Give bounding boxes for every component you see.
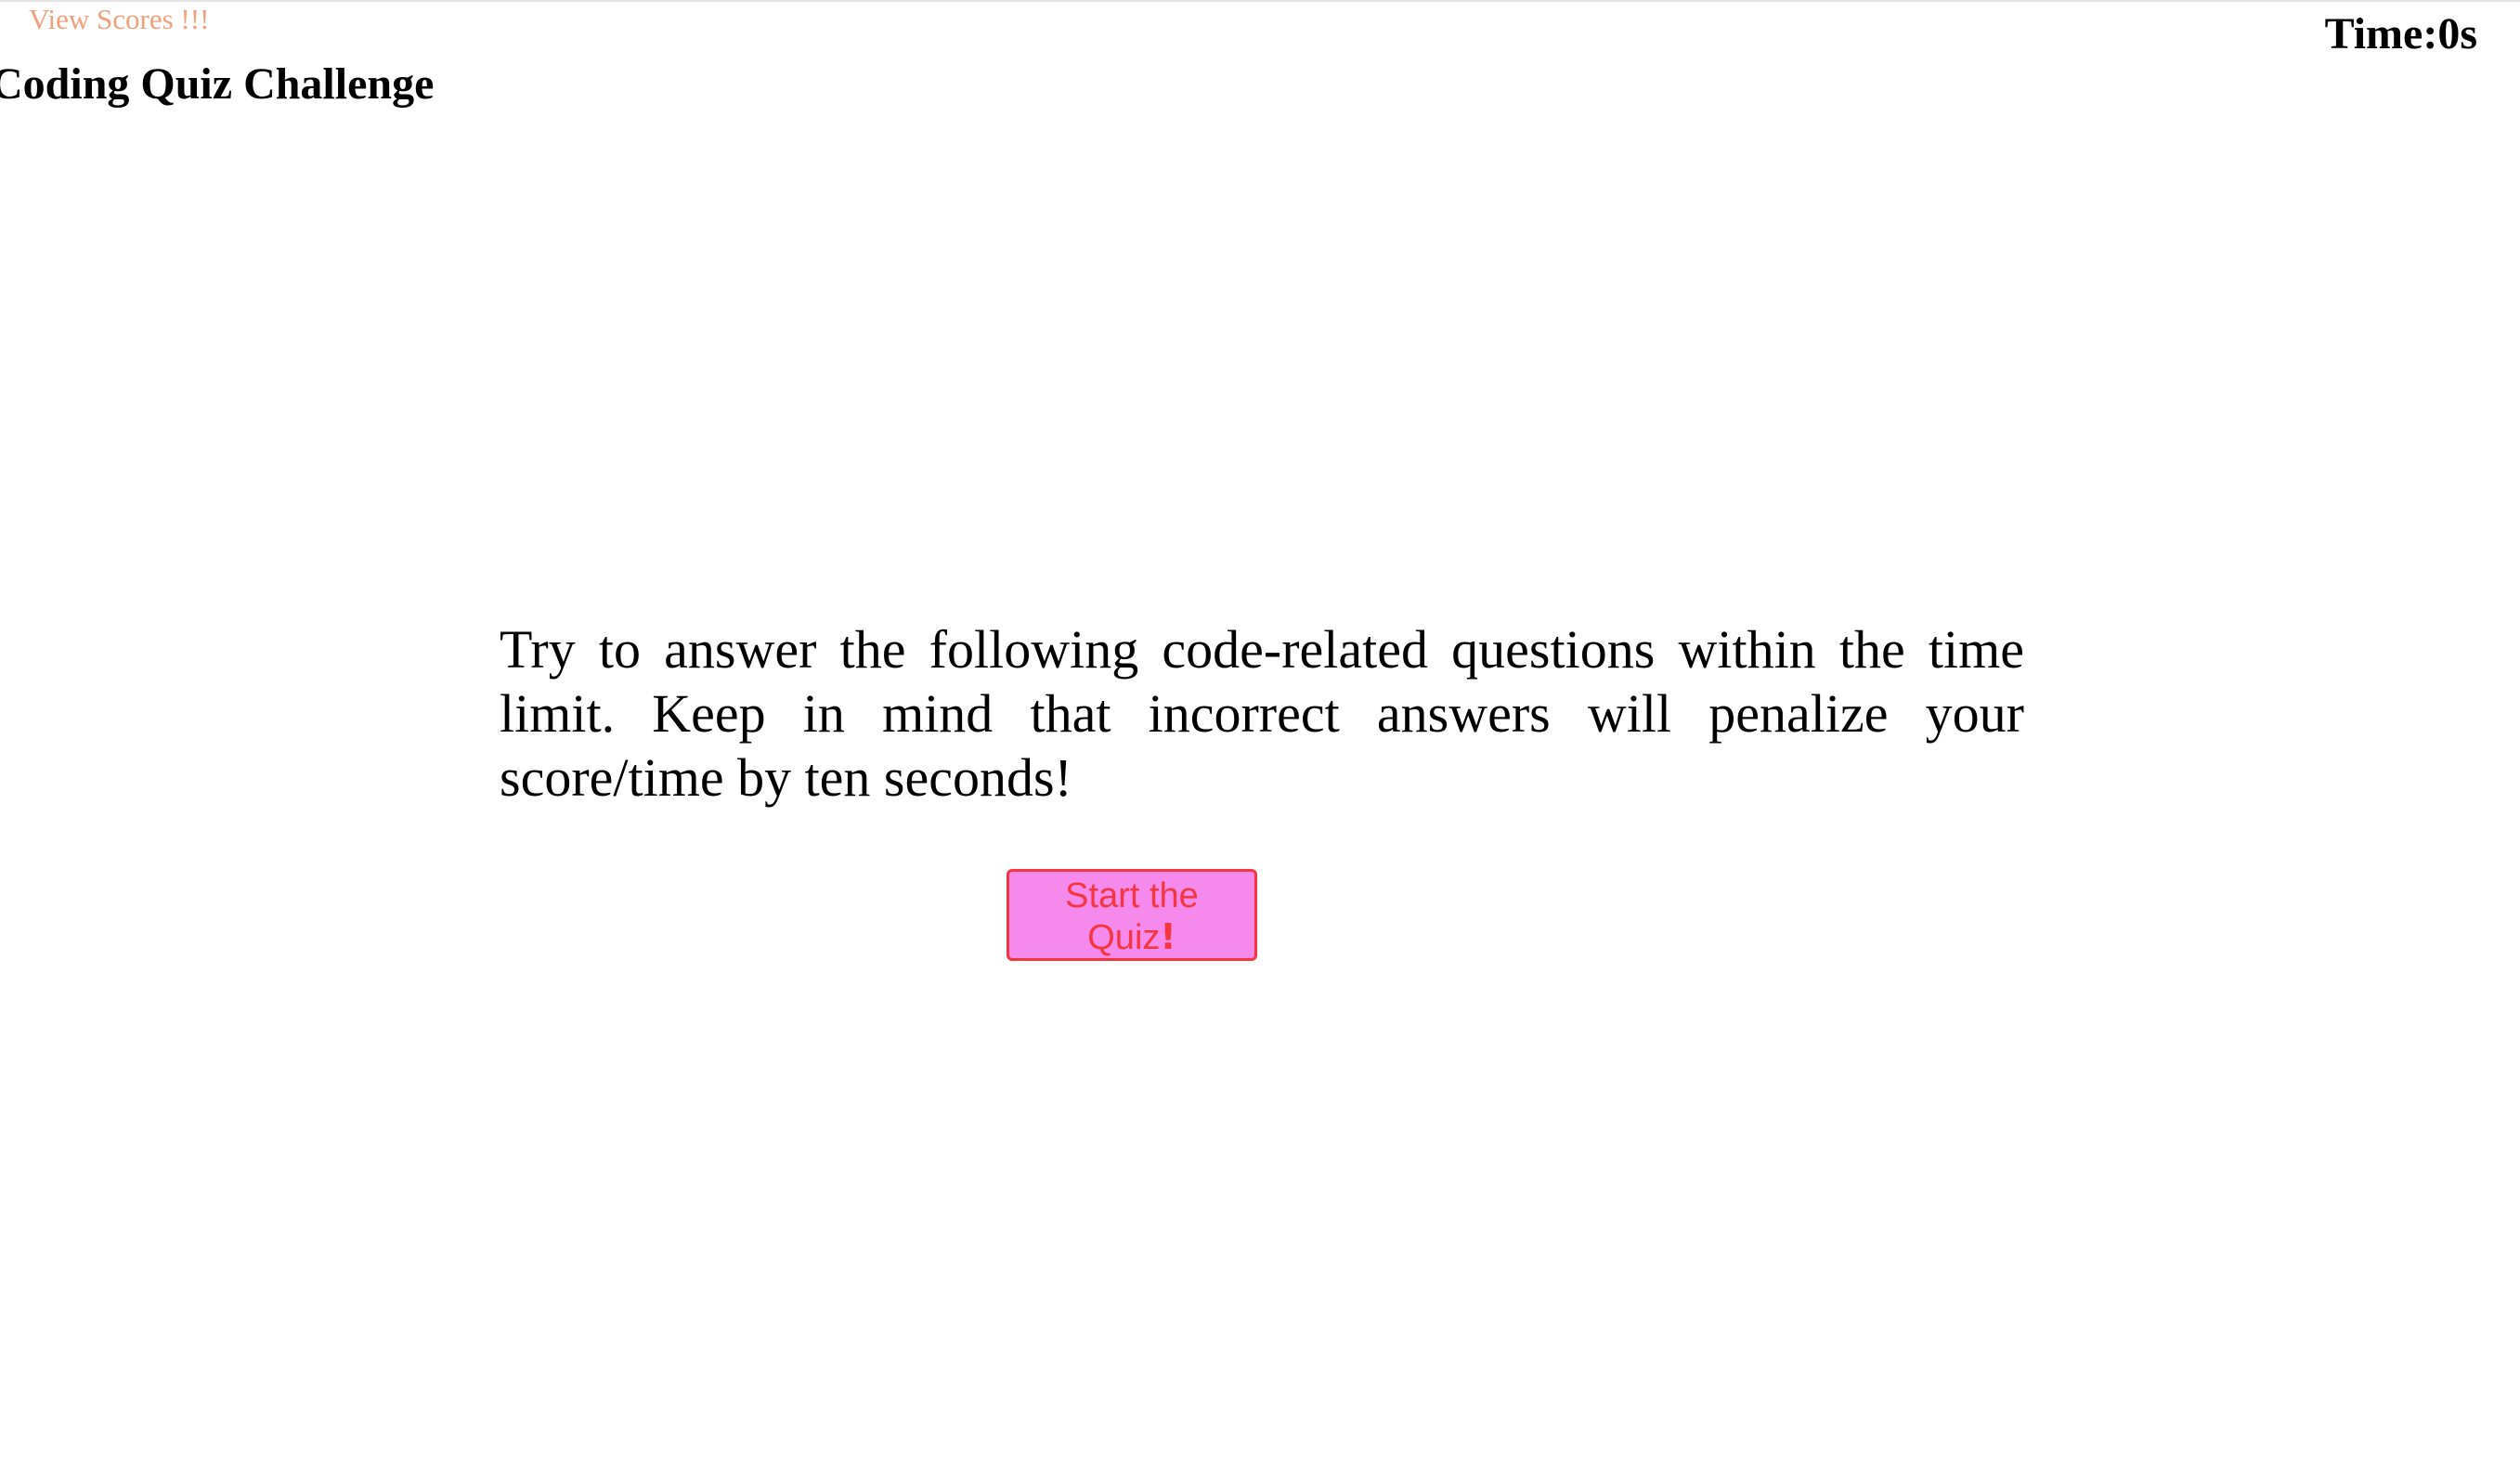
view-scores-link[interactable]: View Scores !!! <box>29 3 209 36</box>
timer-display: Time:0s <box>2324 9 2477 58</box>
page-title: Coding Quiz Challenge <box>0 59 435 109</box>
top-border-divider <box>0 0 2520 2</box>
exclamation-emphasis: ! <box>1160 915 1176 957</box>
start-quiz-button-label: Start the Quiz <box>1065 875 1199 957</box>
start-quiz-button[interactable]: Start the Quiz! <box>1007 869 1257 961</box>
quiz-instructions: Try to answer the following code-related… <box>500 619 2024 808</box>
